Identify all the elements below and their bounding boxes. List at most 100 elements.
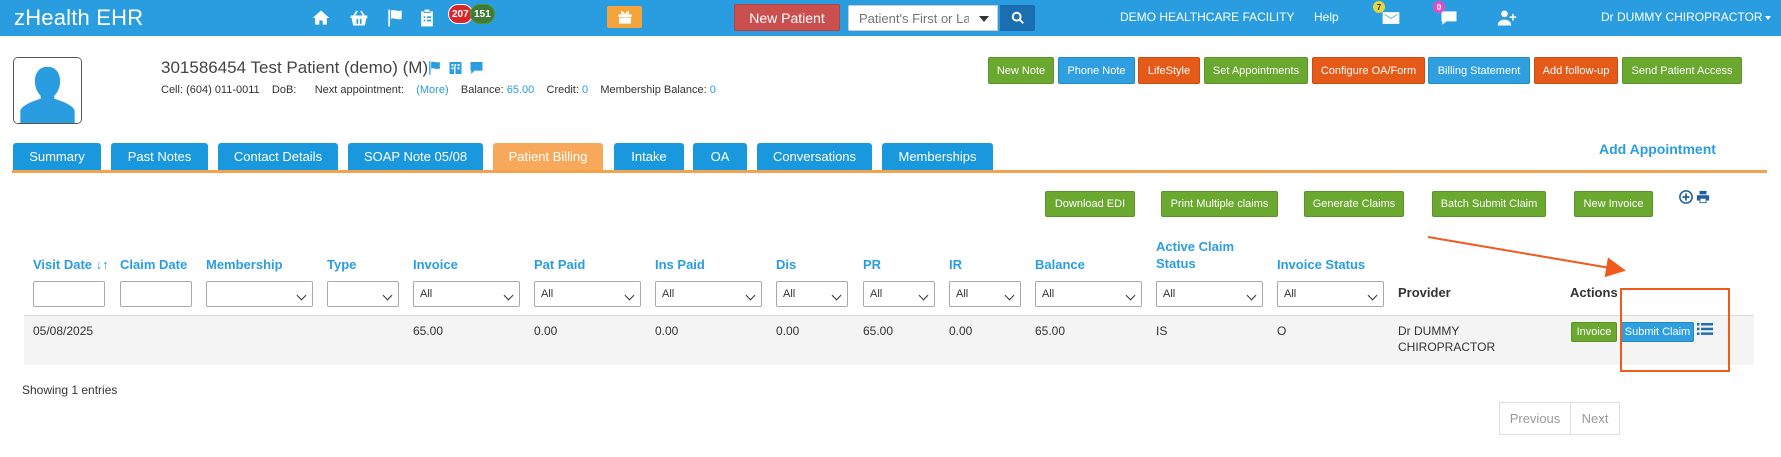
credit-value[interactable]: 0: [582, 84, 588, 96]
tab-intake[interactable]: Intake: [614, 143, 684, 170]
notification-badge-red[interactable]: 207: [448, 4, 473, 24]
col-invoice[interactable]: Invoice: [413, 256, 458, 273]
tab-memberships[interactable]: Memberships: [882, 143, 993, 170]
cell-provider-line2: CHIROPRACTOR: [1398, 340, 1496, 354]
previous-page-button[interactable]: Previous: [1499, 402, 1571, 435]
filter-balance[interactable]: All: [1035, 281, 1142, 307]
chevron-down-icon[interactable]: [979, 16, 989, 22]
filter-membership[interactable]: [206, 281, 313, 307]
col-ins-paid[interactable]: Ins Paid: [655, 256, 705, 273]
col-claim-date[interactable]: Claim Date: [120, 256, 187, 273]
set-appointments-button[interactable]: Set Appointments: [1204, 57, 1308, 84]
balance-value[interactable]: 65.00: [507, 84, 535, 96]
col-actions: Actions: [1570, 285, 1618, 300]
col-membership[interactable]: Membership: [206, 256, 283, 273]
user-menu[interactable]: Dr DUMMY CHIROPRACTOR: [1601, 10, 1771, 24]
filter-pr[interactable]: All: [863, 281, 935, 307]
app-logo[interactable]: zHealth EHR: [14, 5, 143, 31]
facility-name[interactable]: DEMO HEALTHCARE FACILITY: [1120, 10, 1294, 24]
cell-ir: 0.00: [949, 324, 973, 338]
cell-pr: 65.00: [863, 324, 894, 338]
col-active-claim-status[interactable]: Active Claim Status: [1156, 238, 1234, 272]
add-circle-icon[interactable]: [1679, 190, 1693, 207]
filter-dis[interactable]: All: [776, 281, 848, 307]
sort-icon[interactable]: ↓↑: [92, 257, 109, 272]
filter-active-claim-status[interactable]: All: [1156, 281, 1263, 307]
cell-ins-paid: 0.00: [655, 324, 679, 338]
tab-conversations[interactable]: Conversations: [757, 143, 872, 170]
lifestyle-button[interactable]: LifeStyle: [1138, 57, 1200, 84]
home-icon[interactable]: [310, 7, 332, 29]
more-link[interactable]: (More): [416, 84, 448, 96]
filter-ir[interactable]: All: [949, 281, 1021, 307]
new-patient-button[interactable]: New Patient: [734, 4, 840, 31]
help-link[interactable]: Help: [1314, 10, 1339, 24]
download-edi-button[interactable]: Download EDI: [1045, 191, 1135, 217]
col-invoice-status[interactable]: Invoice Status: [1277, 256, 1365, 273]
col-active-claim-line2: Status: [1156, 256, 1196, 271]
phone-note-button[interactable]: Phone Note: [1058, 57, 1135, 84]
billing-statement-button[interactable]: Billing Statement: [1428, 57, 1530, 84]
print-multiple-claims-button[interactable]: Print Multiple claims: [1161, 191, 1278, 217]
generate-claims-button[interactable]: Generate Claims: [1304, 191, 1404, 217]
user-name: Dr DUMMY CHIROPRACTOR: [1601, 10, 1763, 24]
next-appt-label: Next appointment:: [314, 84, 404, 96]
chat-icon[interactable]: [468, 60, 485, 79]
tab-summary[interactable]: Summary: [13, 143, 101, 170]
col-dis[interactable]: Dis: [776, 256, 796, 273]
print-icon[interactable]: [1696, 190, 1710, 207]
cell-provider: Dr DUMMY CHIROPRACTOR: [1398, 323, 1495, 355]
annotation-highlight-box: [1620, 288, 1730, 372]
cell-pat-paid: 0.00: [534, 324, 558, 338]
configure-oa-form-button[interactable]: Configure OA/Form: [1312, 57, 1425, 84]
tab-past-notes[interactable]: Past Notes: [111, 143, 208, 170]
patient-search[interactable]: [848, 5, 998, 31]
gift-icon[interactable]: [607, 6, 642, 28]
next-page-button[interactable]: Next: [1570, 402, 1620, 435]
filter-claim-date[interactable]: [120, 281, 192, 307]
tab-patient-billing[interactable]: Patient Billing: [493, 143, 603, 170]
col-ir[interactable]: IR: [949, 256, 962, 273]
invoice-button[interactable]: Invoice: [1571, 322, 1617, 342]
filter-pat-paid[interactable]: All: [534, 281, 641, 307]
col-type[interactable]: Type: [327, 256, 356, 273]
col-pat-paid[interactable]: Pat Paid: [534, 256, 585, 273]
tab-contact-details[interactable]: Contact Details: [218, 143, 338, 170]
batch-submit-claim-button[interactable]: Batch Submit Claim: [1432, 191, 1546, 217]
tab-oa[interactable]: OA: [693, 143, 747, 170]
basket-icon[interactable]: [348, 7, 370, 29]
col-pr[interactable]: PR: [863, 256, 881, 273]
add-appointment-link[interactable]: Add Appointment: [1599, 141, 1716, 157]
filter-invoice[interactable]: All: [413, 281, 520, 307]
patient-icons: [426, 60, 485, 79]
filter-claim-date-input[interactable]: [127, 282, 191, 306]
filter-type[interactable]: [327, 281, 399, 307]
flag-icon[interactable]: [426, 60, 443, 79]
cell-dis: 0.00: [776, 324, 800, 338]
patient-search-input[interactable]: [849, 6, 969, 30]
notification-badge-green[interactable]: 151: [470, 4, 495, 24]
new-note-button[interactable]: New Note: [988, 57, 1054, 84]
send-patient-access-button[interactable]: Send Patient Access: [1622, 57, 1742, 84]
add-user-icon[interactable]: [1496, 7, 1518, 29]
tabs-underline: [12, 170, 1767, 173]
col-visit-date[interactable]: Visit Date ↓↑: [33, 256, 109, 273]
cell-invoice: 65.00: [413, 324, 444, 338]
cell-label: Cell:: [161, 84, 184, 96]
tab-soap-note[interactable]: SOAP Note 05/08: [348, 143, 483, 170]
col-provider: Provider: [1398, 285, 1451, 300]
filter-visit-date[interactable]: [33, 281, 105, 307]
filter-visit-date-input[interactable]: [40, 282, 104, 306]
patient-avatar[interactable]: [13, 57, 82, 124]
filter-invoice-status[interactable]: All: [1277, 281, 1384, 307]
add-follow-up-button[interactable]: Add follow-up: [1534, 57, 1618, 84]
filter-ins-paid[interactable]: All: [655, 281, 762, 307]
building-icon[interactable]: [447, 60, 464, 79]
flag-icon[interactable]: [384, 7, 406, 29]
clipboard-icon[interactable]: [416, 7, 438, 29]
new-invoice-button[interactable]: New Invoice: [1574, 191, 1653, 217]
membership-balance-value[interactable]: 0: [710, 84, 716, 96]
search-button[interactable]: [1000, 5, 1035, 31]
col-balance[interactable]: Balance: [1035, 256, 1085, 273]
balance-label: Balance:: [460, 84, 504, 96]
